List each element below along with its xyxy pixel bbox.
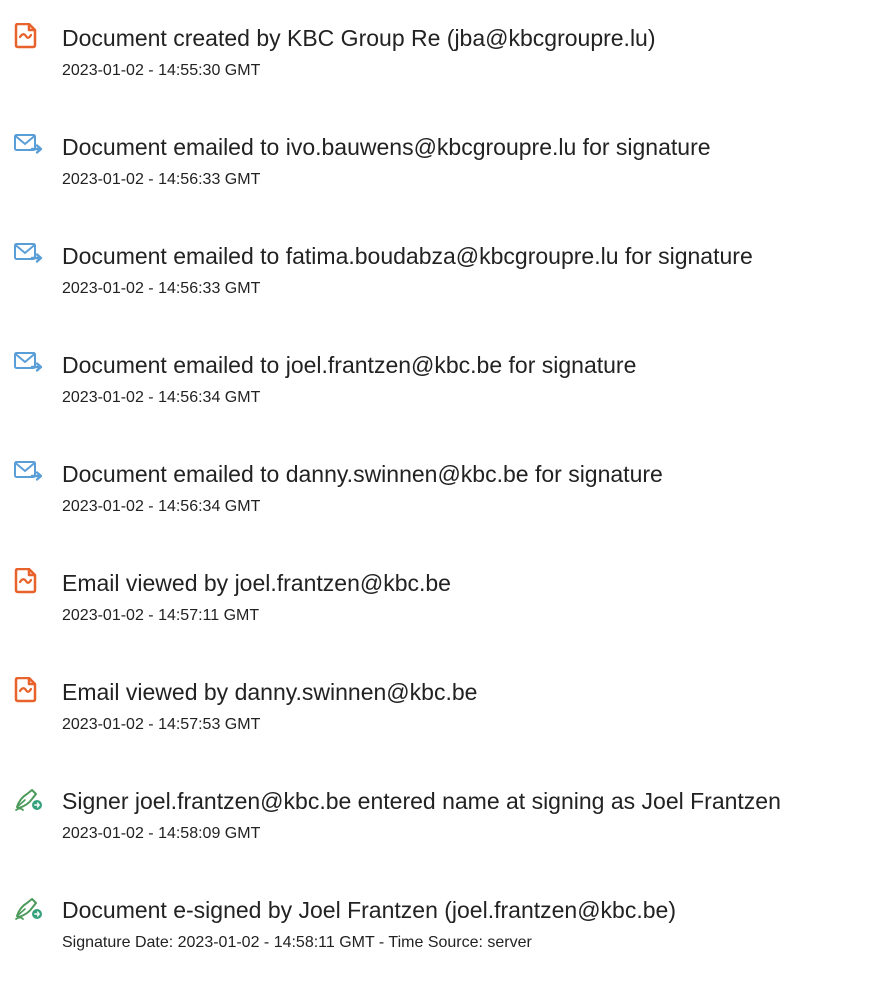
email-icon	[14, 350, 44, 376]
document-icon	[14, 23, 44, 49]
signature-pen-icon	[14, 786, 44, 812]
event-timestamp: 2023-01-02 - 14:56:33 GMT	[62, 280, 261, 297]
document-icon	[14, 568, 44, 594]
event-timestamp: 2023-01-02 - 14:58:09 GMT	[62, 825, 261, 842]
event-title: Document e-signed by Joel Frantzen (joel…	[62, 897, 676, 923]
event-timestamp: 2023-01-02 - 14:56:34 GMT	[62, 498, 261, 515]
event-timestamp: 2023-01-02 - 14:57:11 GMT	[62, 607, 260, 624]
event-title: Document emailed to joel.frantzen@kbc.be…	[62, 352, 637, 378]
event-item: Document emailed to ivo.bauwens@kbcgroup…	[0, 132, 895, 232]
event-title: Email viewed by joel.frantzen@kbc.be	[62, 570, 451, 596]
event-item: Document emailed to fatima.boudabza@kbcg…	[0, 241, 895, 341]
signature-pen-icon	[14, 895, 44, 921]
event-item: Document e-signed by Joel Frantzen (joel…	[0, 895, 895, 995]
event-title: Document emailed to fatima.boudabza@kbcg…	[62, 243, 753, 269]
event-title: Document created by KBC Group Re (jba@kb…	[62, 25, 656, 51]
event-item: Document created by KBC Group Re (jba@kb…	[0, 23, 895, 123]
audit-event-list: Document created by KBC Group Re (jba@kb…	[0, 0, 895, 998]
event-title: Signer joel.frantzen@kbc.be entered name…	[62, 788, 781, 814]
event-item: Document emailed to joel.frantzen@kbc.be…	[0, 350, 895, 450]
email-icon	[14, 459, 44, 485]
event-title: Email viewed by danny.swinnen@kbc.be	[62, 679, 478, 705]
event-item: Email viewed by danny.swinnen@kbc.be 202…	[0, 677, 895, 777]
event-title: Document emailed to ivo.bauwens@kbcgroup…	[62, 134, 711, 160]
email-icon	[14, 241, 44, 267]
event-timestamp: Signature Date: 2023-01-02 - 14:58:11 GM…	[62, 934, 532, 951]
event-title: Document emailed to danny.swinnen@kbc.be…	[62, 461, 663, 487]
event-item: Document emailed to danny.swinnen@kbc.be…	[0, 459, 895, 559]
event-item: Signer joel.frantzen@kbc.be entered name…	[0, 786, 895, 886]
email-icon	[14, 132, 44, 158]
event-item: Email viewed by joel.frantzen@kbc.be 202…	[0, 568, 895, 668]
event-timestamp: 2023-01-02 - 14:57:53 GMT	[62, 716, 261, 733]
event-timestamp: 2023-01-02 - 14:56:33 GMT	[62, 171, 261, 188]
event-timestamp: 2023-01-02 - 14:56:34 GMT	[62, 389, 261, 406]
event-timestamp: 2023-01-02 - 14:55:30 GMT	[62, 62, 261, 79]
document-icon	[14, 677, 44, 703]
